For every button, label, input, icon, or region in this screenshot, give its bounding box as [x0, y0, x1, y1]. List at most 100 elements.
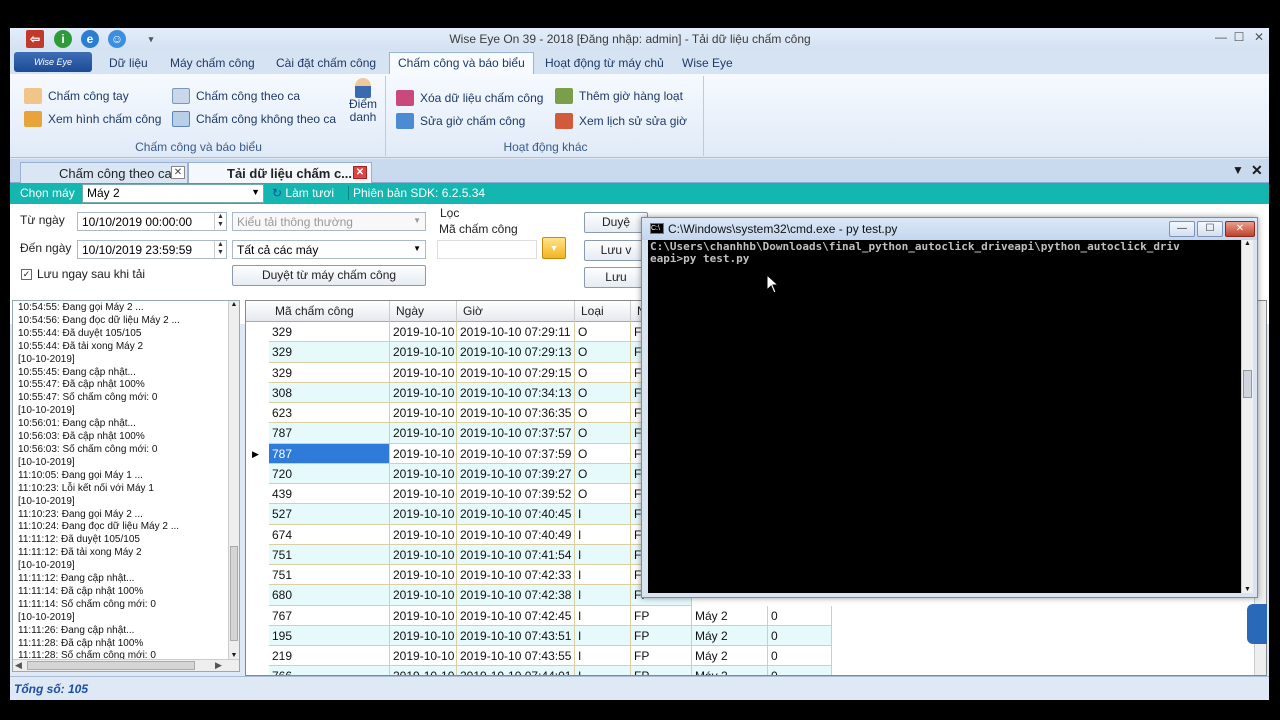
column-header[interactable]: Ngày	[390, 301, 457, 322]
duyet-tu-may-button[interactable]: Duyệt từ máy chấm công	[232, 265, 426, 286]
table-row[interactable]: 219 2019-10-10 2019-10-10 07:43:55 I FP Máy 2…	[246, 646, 846, 667]
table-cell[interactable]: 751	[269, 544, 390, 565]
close-all-icon[interactable]: ✕	[1251, 162, 1263, 179]
table-cell[interactable]: 2019-10-10 07:43:51	[457, 625, 575, 646]
log-vertical-scrollbar[interactable]: ▲ ▼	[228, 301, 239, 659]
table-row[interactable]: 195 2019-10-10 2019-10-10 07:43:51 I FP Máy 2…	[246, 625, 846, 646]
cmd-vertical-scrollbar[interactable]: ▲ ▼	[1241, 240, 1253, 593]
filter-button[interactable]: ▼	[542, 237, 566, 259]
cmd-window[interactable]: C:\ C:\Windows\system32\cmd.exe - py tes…	[641, 217, 1258, 598]
xoa-du-lieu-button[interactable]: Xóa dữ liệu chấm công	[396, 88, 543, 108]
refresh-button[interactable]: ↻ Làm tươi	[272, 186, 334, 200]
tab-du-lieu[interactable]: Dữ liệu	[101, 54, 156, 74]
table-cell[interactable]: 2019-10-10	[390, 605, 457, 626]
table-cell[interactable]: 2019-10-10	[390, 544, 457, 565]
table-cell[interactable]: Máy 2	[692, 625, 768, 646]
xem-lich-su-button[interactable]: Xem lịch sử sửa giờ	[555, 111, 687, 131]
app-menu-button[interactable]: Wise Eye	[14, 52, 92, 72]
customize-toolbar-icon[interactable]: ▾	[142, 30, 160, 48]
table-cell[interactable]: 2019-10-10 07:39:52	[457, 484, 575, 505]
table-cell[interactable]: I	[575, 605, 631, 626]
scroll-up-icon[interactable]: ▲	[229, 301, 239, 308]
table-cell[interactable]: 2019-10-10	[390, 382, 457, 403]
tu-ngay-input[interactable]: 10/10/2019 00:00:00 ▲ ▼	[77, 212, 227, 231]
scroll-up-icon[interactable]: ▲	[1242, 240, 1253, 247]
tab-cai-dat-cham-cong[interactable]: Cài đặt chấm công	[268, 54, 384, 74]
table-cell[interactable]: FP	[631, 666, 692, 675]
table-cell[interactable]: 2019-10-10 07:29:15	[457, 362, 575, 383]
column-header[interactable]: Giờ	[457, 301, 575, 322]
table-cell[interactable]: 2019-10-10	[390, 403, 457, 424]
table-cell[interactable]: 751	[269, 565, 390, 586]
table-cell[interactable]: 2019-10-10 07:36:35	[457, 403, 575, 424]
table-cell[interactable]: 329	[269, 362, 390, 383]
table-cell[interactable]: 2019-10-10	[390, 666, 457, 675]
sua-gio-button[interactable]: Sửa giờ chấm công	[396, 111, 525, 131]
info-icon[interactable]: i	[54, 30, 72, 48]
table-cell[interactable]: 0	[768, 625, 832, 646]
spin-icon[interactable]: ▲ ▼	[214, 213, 226, 230]
table-cell[interactable]: 2019-10-10	[390, 423, 457, 444]
table-cell[interactable]: 0	[768, 605, 832, 626]
tab-wise-eye[interactable]: Wise Eye	[674, 54, 741, 74]
table-cell[interactable]: 219	[269, 646, 390, 667]
table-cell[interactable]: 623	[269, 403, 390, 424]
luu-button[interactable]: Lưu	[584, 267, 648, 288]
table-cell[interactable]: 2019-10-10 07:42:45	[457, 605, 575, 626]
tab-tai-du-lieu[interactable]: Tải dữ liệu chấm c... ✕	[188, 162, 372, 183]
internet-explorer-icon[interactable]: e	[81, 30, 99, 48]
table-cell[interactable]: 2019-10-10 07:29:11	[457, 322, 575, 343]
table-cell[interactable]: 2019-10-10 07:39:27	[457, 463, 575, 484]
xem-hinh-cham-cong-button[interactable]: Xem hình chấm công	[24, 109, 161, 129]
table-cell[interactable]: 2019-10-10	[390, 585, 457, 606]
table-cell[interactable]: 2019-10-10 07:37:57	[457, 423, 575, 444]
table-cell[interactable]: O	[575, 484, 631, 505]
table-cell[interactable]: FP	[631, 646, 692, 667]
table-cell[interactable]: O	[575, 443, 631, 464]
table-cell[interactable]: 2019-10-10 07:37:59	[457, 443, 575, 464]
table-cell[interactable]: 720	[269, 463, 390, 484]
table-cell[interactable]: 2019-10-10 07:42:33	[457, 565, 575, 586]
maximize-button[interactable]: ☐	[1230, 30, 1248, 46]
tab-hoat-dong-may-chu[interactable]: Hoạt động từ máy chủ	[537, 54, 672, 74]
table-cell[interactable]: I	[575, 565, 631, 586]
cmd-close-button[interactable]: ✕	[1225, 221, 1255, 237]
them-gio-button[interactable]: Thêm giờ hàng loạt	[555, 86, 683, 106]
table-cell[interactable]: O	[575, 362, 631, 383]
table-cell[interactable]: 2019-10-10 07:40:45	[457, 504, 575, 525]
tab-cham-cong-bao-bieu[interactable]: Chấm công và báo biểu	[389, 52, 534, 74]
table-cell[interactable]: 308	[269, 382, 390, 403]
table-cell[interactable]: 2019-10-10 07:44:01	[457, 666, 575, 675]
machine-select[interactable]: Máy 2 ▼	[82, 184, 264, 203]
table-cell[interactable]: 329	[269, 342, 390, 363]
scroll-left-icon[interactable]: ◀	[15, 660, 22, 671]
table-cell[interactable]: 2019-10-10	[390, 484, 457, 505]
log-horizontal-scrollbar[interactable]: ◀ ▶	[13, 659, 239, 671]
table-cell[interactable]: 674	[269, 524, 390, 545]
tab-may-cham-cong[interactable]: Máy chấm công	[162, 54, 263, 74]
table-cell[interactable]: I	[575, 646, 631, 667]
scroll-down-icon[interactable]: ▼	[229, 652, 239, 659]
spin-icon[interactable]: ▲ ▼	[214, 241, 226, 258]
scroll-right-icon[interactable]: ▶	[215, 660, 222, 671]
kieu-tai-select[interactable]: Kiểu tải thông thường ▼	[232, 212, 426, 231]
table-cell[interactable]: 2019-10-10	[390, 443, 457, 464]
table-cell[interactable]: 680	[269, 585, 390, 606]
luu-ngay-checkbox[interactable]: ✓ Lưu ngay sau khi tải	[21, 267, 145, 281]
table-cell[interactable]: 2019-10-10	[390, 463, 457, 484]
cmd-title-bar[interactable]: C:\ C:\Windows\system32\cmd.exe - py tes…	[642, 218, 1257, 240]
teamviewer-tab-icon[interactable]	[1247, 604, 1267, 644]
table-cell[interactable]: O	[575, 322, 631, 343]
table-cell[interactable]: 2019-10-10	[390, 524, 457, 545]
table-cell[interactable]: 0	[768, 666, 832, 675]
tat-ca-may-select[interactable]: Tất cả các máy ▼	[232, 240, 426, 259]
close-tab-icon[interactable]: ✕	[171, 166, 185, 179]
tab-list-dropdown-icon[interactable]: ▼	[1232, 163, 1244, 177]
table-cell[interactable]: 2019-10-10	[390, 565, 457, 586]
table-cell[interactable]: O	[575, 342, 631, 363]
table-cell[interactable]: 2019-10-10 07:43:55	[457, 646, 575, 667]
table-cell[interactable]: I	[575, 524, 631, 545]
table-cell[interactable]: FP	[631, 625, 692, 646]
table-cell[interactable]: 2019-10-10	[390, 322, 457, 343]
table-cell[interactable]: 766	[269, 666, 390, 675]
